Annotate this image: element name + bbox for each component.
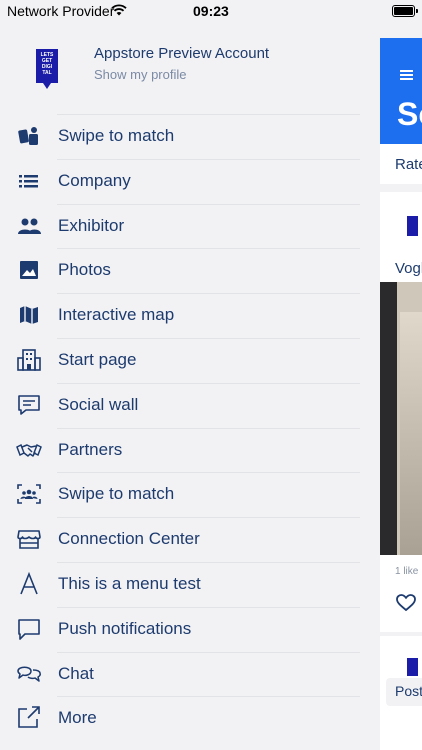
menu-item-interactive-map[interactable]: Interactive map [0, 293, 360, 338]
post-button[interactable]: Post [386, 678, 422, 706]
menu-item-start-page[interactable]: Start page [0, 337, 360, 383]
post-author: Vogl [395, 260, 422, 277]
menu-item-label: Company [58, 170, 131, 190]
menu-item-label: This is a menu test [58, 573, 201, 593]
likes-count: 1 like [395, 566, 419, 577]
menu-item-company[interactable]: Company [0, 158, 360, 204]
menu-item-chat[interactable]: Chat [0, 651, 360, 697]
menu-item-label: Photos [58, 260, 111, 280]
image-icon [20, 261, 38, 280]
chat-bubble-icon [18, 394, 40, 415]
page-title: So [397, 96, 422, 132]
menu-item-label: Push notifications [58, 618, 192, 638]
post-photo[interactable] [380, 282, 422, 555]
menu-item-label: Partners [58, 439, 123, 459]
storefront-icon [17, 530, 41, 549]
app-logo: LETS GET DIGI TAL [36, 49, 58, 89]
status-time: 09:23 [193, 3, 229, 19]
menu-item-swipe-to-match-2[interactable]: Swipe to match [0, 472, 360, 517]
menu-item-exhibitor[interactable]: Exhibitor [0, 203, 360, 249]
external-link-icon [18, 706, 40, 729]
menu-item-menu-test[interactable]: This is a menu test [0, 561, 360, 607]
hamburger-menu-icon[interactable] [400, 70, 413, 80]
message-square-icon [18, 618, 40, 640]
menu-item-label: Interactive map [58, 305, 175, 325]
post-card-2: Post [380, 636, 422, 750]
profile-header[interactable]: LETS GET DIGI TAL Appstore Preview Account … [0, 24, 360, 114]
main-content-peek[interactable]: So Rate Vogl 1 like Post [380, 38, 422, 750]
menu-item-more[interactable]: More [0, 696, 360, 741]
group-scan-icon [17, 484, 41, 505]
people-icon [18, 218, 41, 234]
author-avatar-2 [407, 658, 418, 676]
profile-name: Appstore Preview Account [94, 45, 270, 62]
swipe-cards-icon [18, 127, 38, 145]
menu-item-label: Social wall [58, 394, 139, 414]
menu-item-connection-center[interactable]: Connection Center [0, 517, 360, 562]
menu-item-photos[interactable]: Photos [0, 248, 360, 293]
status-bar: Network Provider 09:23 [0, 0, 422, 24]
show-profile-link[interactable]: Show my profile [94, 67, 186, 82]
menu-item-label: Swipe to match [58, 484, 175, 504]
menu-item-social-wall[interactable]: Social wall [0, 382, 360, 428]
post-card: Vogl 1 like [380, 192, 422, 632]
drawer-menu: Swipe to match Company Exhibitor Photos [0, 114, 360, 741]
author-avatar [407, 216, 418, 236]
menu-item-label: Swipe to match [58, 126, 175, 145]
wifi-icon [111, 4, 127, 16]
menu-item-swipe-to-match[interactable]: Swipe to match [0, 114, 360, 159]
menu-item-label: More [58, 708, 97, 728]
menu-item-label: Start page [58, 349, 137, 369]
carrier-name: Network Provider [7, 3, 115, 19]
side-drawer: LETS GET DIGI TAL Appstore Preview Account … [0, 24, 360, 750]
tab-bar: Rate [380, 144, 422, 184]
main-header: So [380, 38, 422, 144]
battery-icon [392, 5, 418, 17]
tab-rate[interactable]: Rate [395, 156, 422, 173]
heart-icon[interactable] [396, 594, 416, 612]
post-button-label: Post [395, 683, 422, 699]
menu-item-label: Exhibitor [58, 215, 125, 235]
letter-a-icon [20, 571, 38, 595]
handshake-icon [16, 443, 42, 457]
menu-item-partners[interactable]: Partners [0, 427, 360, 473]
list-icon [19, 174, 38, 188]
menu-item-push-notifications[interactable]: Push notifications [0, 606, 360, 652]
menu-item-label: Connection Center [58, 529, 200, 549]
menu-item-label: Chat [58, 663, 94, 683]
building-icon [17, 349, 41, 371]
chat-bubbles-icon [17, 666, 41, 682]
map-icon [20, 306, 38, 325]
